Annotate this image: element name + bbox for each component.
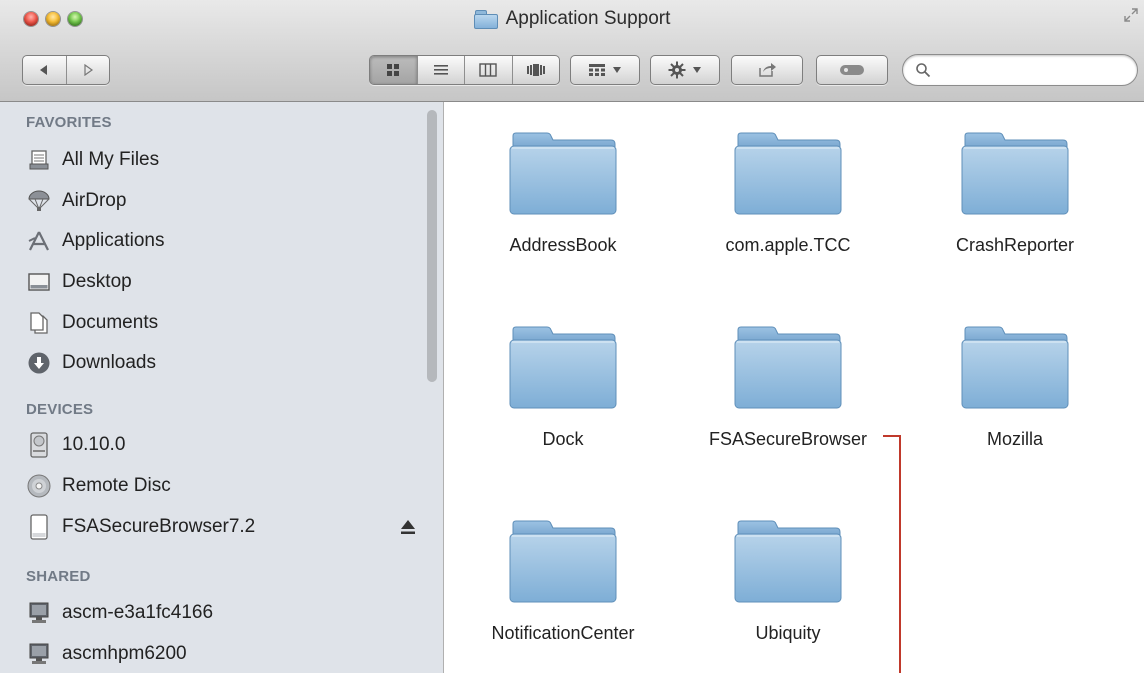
sidebar-item-fsasecurebrowser[interactable]: FSASecureBrowser7.2 [26, 510, 416, 544]
documents-icon [26, 310, 52, 336]
scroll-thumb[interactable] [427, 110, 437, 382]
sidebar-item-label: All My Files [62, 149, 160, 170]
search-input[interactable] [937, 60, 1131, 82]
back-arrow-icon [40, 65, 48, 75]
sidebar-item-label: Desktop [62, 271, 132, 292]
devices-header: DEVICES [26, 401, 94, 418]
disc-icon [26, 473, 52, 499]
sidebar-item-label: Documents [62, 312, 159, 333]
folder-name: AddressBook [509, 235, 617, 255]
folder-item[interactable]: com.apple.TCC [688, 132, 888, 272]
hard-drive-icon [26, 432, 52, 458]
disk-image-icon [26, 514, 52, 540]
network-computer-icon [26, 600, 52, 626]
tags-icon [840, 65, 864, 75]
folder-name: NotificationCenter [491, 623, 635, 643]
share-icon [759, 63, 776, 77]
folder-name: com.apple.TCC [725, 235, 851, 255]
folder-icon [507, 326, 619, 410]
folder-name: Ubiquity [755, 623, 821, 643]
forward-arrow-icon [84, 64, 93, 76]
sidebar-scrollbar[interactable] [424, 102, 440, 673]
folder-name: FSASecureBrowser [708, 429, 868, 449]
coverflow-view-icon [526, 64, 545, 76]
back-forward-control [22, 55, 110, 85]
sidebar-item-documents[interactable]: Documents [26, 306, 416, 340]
folder-icon [732, 326, 844, 410]
sidebar: FAVORITES All My Files AirDrop Applicati… [0, 102, 444, 673]
folder-icon [507, 132, 619, 216]
downloads-icon [26, 350, 52, 376]
all-files-icon [26, 147, 52, 173]
action-menu-button[interactable] [650, 55, 720, 85]
sidebar-item-label: ascmhpm6200 [62, 643, 187, 664]
search-icon [916, 63, 931, 78]
folder-item[interactable]: NotificationCenter [463, 520, 663, 660]
share-button[interactable] [731, 55, 803, 85]
column-view-icon [479, 63, 497, 77]
folder-name: Dock [542, 429, 584, 449]
sidebar-item-remote-disc[interactable]: Remote Disc [26, 469, 416, 503]
search-field[interactable] [902, 54, 1138, 86]
folder-icon [732, 520, 844, 604]
folder-icon [507, 520, 619, 604]
sidebar-item-shared-computer[interactable]: ascm-e3a1fc4166 [26, 596, 416, 630]
coverflow-view-button[interactable] [511, 56, 560, 84]
sidebar-item-downloads[interactable]: Downloads [26, 346, 416, 380]
desktop-icon [26, 269, 52, 295]
column-view-button[interactable] [464, 56, 512, 84]
sidebar-item-label: AirDrop [62, 190, 127, 211]
forward-button[interactable] [65, 56, 110, 84]
eject-icon[interactable] [400, 518, 416, 536]
sidebar-item-shared-computer[interactable]: ascmhpm6200 [26, 637, 416, 671]
sidebar-item-desktop[interactable]: Desktop [26, 265, 416, 299]
chevron-down-icon [613, 67, 621, 73]
view-mode-control [369, 55, 560, 85]
folder-item[interactable]: Ubiquity [688, 520, 888, 660]
airdrop-icon [26, 188, 52, 214]
sidebar-item-label: Applications [62, 230, 165, 251]
folder-icon [473, 10, 498, 29]
list-view-icon [433, 65, 448, 75]
folder-item[interactable]: FSASecureBrowser [688, 326, 888, 466]
sidebar-item-all-my-files[interactable]: All My Files [26, 143, 416, 177]
network-computer-icon [26, 641, 52, 667]
sidebar-item-hard-drive[interactable]: 10.10.0 [26, 428, 416, 462]
chevron-down-icon [693, 67, 701, 73]
back-button[interactable] [23, 56, 66, 84]
sidebar-item-label: Downloads [62, 352, 156, 373]
folder-icon [959, 326, 1071, 410]
sidebar-item-applications[interactable]: Applications [26, 224, 416, 258]
sidebar-item-label: Remote Disc [62, 475, 171, 496]
icon-view-button[interactable] [370, 56, 417, 84]
folder-name: CrashReporter [955, 235, 1075, 255]
sidebar-item-label: 10.10.0 [62, 434, 126, 455]
folder-icon [732, 132, 844, 216]
window-title: Application Support [0, 6, 1144, 32]
folder-item[interactable]: Mozilla [915, 326, 1115, 466]
arrange-button[interactable] [570, 55, 640, 85]
shared-header: SHARED [26, 568, 91, 585]
icon-view-icon [387, 64, 400, 76]
sidebar-item-label: FSASecureBrowser7.2 [62, 516, 256, 537]
arrange-grid-icon [589, 64, 605, 76]
folder-item[interactable]: CrashReporter [915, 132, 1115, 272]
window-toolbar: Application Support [0, 0, 1144, 102]
sidebar-item-airdrop[interactable]: AirDrop [26, 184, 416, 218]
window-title-text: Application Support [505, 8, 671, 29]
gear-icon [668, 61, 686, 79]
fullscreen-icon[interactable] [1124, 8, 1138, 22]
list-view-button[interactable] [416, 56, 465, 84]
sidebar-item-label: ascm-e3a1fc4166 [62, 602, 214, 623]
folder-content-area: AddressBook com.apple.TCC CrashReporter Doc… [445, 102, 1144, 673]
applications-icon [26, 228, 52, 254]
tags-button[interactable] [816, 55, 888, 85]
folder-name: Mozilla [986, 429, 1043, 449]
folder-item[interactable]: Dock [463, 326, 663, 466]
folder-item[interactable]: AddressBook [463, 132, 663, 272]
folder-icon [959, 132, 1071, 216]
favorites-header: FAVORITES [26, 114, 112, 131]
